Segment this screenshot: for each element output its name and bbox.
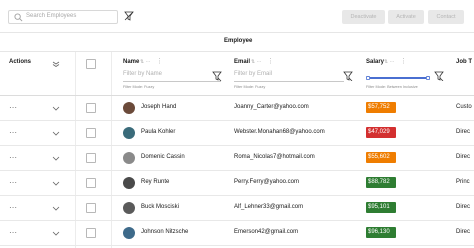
row-actions-icon[interactable]: ⋯	[9, 178, 17, 187]
expand-row-icon[interactable]	[52, 231, 60, 237]
group-header-employee: Employee	[224, 38, 253, 44]
avatar	[123, 152, 135, 164]
row-checkbox[interactable]	[86, 178, 96, 188]
expand-row-icon[interactable]	[52, 181, 60, 187]
table-row[interactable]: ⋯ Joseph Hand Joanny_Carter@yahoo.com $57,7…	[0, 96, 474, 121]
column-header-email[interactable]: Email	[234, 59, 250, 65]
select-all-checkbox[interactable]	[86, 59, 96, 69]
row-checkbox[interactable]	[86, 153, 96, 163]
deactivate-button[interactable]: Deactivate	[342, 10, 385, 24]
column-header-name[interactable]: Name	[123, 59, 139, 65]
cell-email: Webster.Monahan68@yahoo.com	[234, 129, 325, 135]
cell-job-title: Direc	[456, 204, 471, 210]
salary-badge: $96,130	[366, 227, 396, 238]
email-filter-mode: Filter Mode: Fuzzy	[234, 85, 266, 89]
expand-row-icon[interactable]	[52, 106, 60, 112]
cell-email: Perry.Ferry@yahoo.com	[234, 179, 299, 185]
table-row[interactable]: ⋯ Domenic Cassin Roma_Nicolas7@hotmail.com…	[0, 146, 474, 171]
contact-button[interactable]: Contact	[428, 10, 464, 24]
cell-job-title: Direc	[456, 229, 471, 235]
salary-filter-mode: Filter Mode: Between Inclusive	[366, 85, 418, 89]
salary-badge: $57,752	[366, 102, 396, 113]
cell-name: Joseph Hand	[141, 104, 177, 110]
name-filter-input[interactable]: Filter by Name	[123, 71, 221, 82]
email-filter-placeholder: Filter by Email	[234, 71, 273, 77]
search-icon	[14, 13, 23, 22]
avatar	[123, 127, 135, 139]
name-filter-placeholder: Filter by Name	[123, 71, 163, 77]
search-input[interactable]: Search Employees	[8, 10, 118, 24]
expand-row-icon[interactable]	[52, 156, 60, 162]
table-row[interactable]: ⋯ Paula Kohler Webster.Monahan68@yahoo.com…	[0, 121, 474, 146]
column-header-actions: Actions	[9, 59, 32, 65]
row-checkbox[interactable]	[86, 103, 96, 113]
salary-range-slider[interactable]	[366, 76, 430, 80]
row-actions-icon[interactable]: ⋯	[9, 128, 17, 137]
expand-row-icon[interactable]	[52, 131, 60, 137]
table-row[interactable]: ⋯ Johnson Nitzsche Emerson42@gmail.com $96,…	[0, 221, 474, 246]
avatar	[123, 202, 135, 214]
expand-all-icon[interactable]	[52, 61, 60, 67]
row-checkbox[interactable]	[86, 203, 96, 213]
sort-icon[interactable]: ⇅ ⋯	[140, 59, 151, 65]
column-menu-icon[interactable]: ⋮	[267, 57, 274, 65]
salary-badge: $95,101	[366, 202, 396, 213]
activate-button[interactable]: Activate	[388, 10, 424, 24]
toolbar: Search Employees Deactivate Activate Con…	[0, 0, 474, 32]
cell-email: Alf_Lehner33@gmail.com	[234, 204, 304, 210]
column-menu-icon[interactable]: ⋮	[156, 57, 163, 65]
table-row[interactable]: ⋯ Rey Runte Perry.Ferry@yahoo.com $88,782 Pr…	[0, 171, 474, 196]
search-placeholder: Search Employees	[26, 13, 77, 19]
filter-icon[interactable]	[434, 71, 444, 81]
sort-icon[interactable]: ⇅ ⋯	[251, 59, 262, 65]
cell-email: Emerson42@gmail.com	[234, 229, 299, 235]
filter-icon[interactable]	[212, 71, 222, 81]
row-checkbox[interactable]	[86, 228, 96, 238]
column-menu-icon[interactable]: ⋮	[400, 57, 407, 65]
row-actions-icon[interactable]: ⋯	[9, 228, 17, 237]
name-filter-mode: Filter Mode: Fuzzy	[123, 85, 155, 89]
cell-job-title: Custo	[456, 104, 472, 110]
salary-badge: $55,602	[366, 152, 396, 163]
salary-badge: $47,029	[366, 127, 396, 138]
salary-badge: $88,782	[366, 177, 396, 188]
cell-job-title: Princ	[456, 179, 470, 185]
table-row[interactable]: ⋯ Buck Mosciski Alf_Lehner33@gmail.com $95,…	[0, 196, 474, 221]
row-actions-icon[interactable]: ⋯	[9, 203, 17, 212]
expand-row-icon[interactable]	[52, 206, 60, 212]
filter-icon[interactable]	[343, 71, 353, 81]
table-header: Actions Name ⇅ ⋯ ⋮ Filter by Name Filter…	[0, 52, 474, 96]
row-checkbox[interactable]	[86, 128, 96, 138]
row-actions-icon[interactable]: ⋯	[9, 103, 17, 112]
column-header-job-title[interactable]: Job T	[456, 59, 472, 65]
sort-icon[interactable]: ⇅ ⋯	[384, 59, 395, 65]
cell-email: Joanny_Carter@yahoo.com	[234, 104, 309, 110]
avatar	[123, 102, 135, 114]
cell-email: Roma_Nicolas7@hotmail.com	[234, 154, 315, 160]
column-header-salary[interactable]: Salary	[366, 59, 384, 65]
row-actions-icon[interactable]: ⋯	[9, 153, 17, 162]
cell-job-title: Direc	[456, 129, 471, 135]
cell-name: Rey Runte	[141, 179, 170, 185]
cell-job-title: Direc	[456, 154, 471, 160]
avatar	[123, 177, 135, 189]
group-header: Employee	[0, 32, 474, 52]
cell-name: Johnson Nitzsche	[141, 229, 189, 235]
cell-name: Domenic Cassin	[141, 154, 185, 160]
avatar	[123, 227, 135, 239]
cell-name: Buck Mosciski	[141, 204, 180, 210]
cell-name: Paula Kohler	[141, 129, 176, 135]
clear-filters-icon[interactable]	[124, 11, 134, 21]
email-filter-input[interactable]: Filter by Email	[234, 71, 344, 82]
